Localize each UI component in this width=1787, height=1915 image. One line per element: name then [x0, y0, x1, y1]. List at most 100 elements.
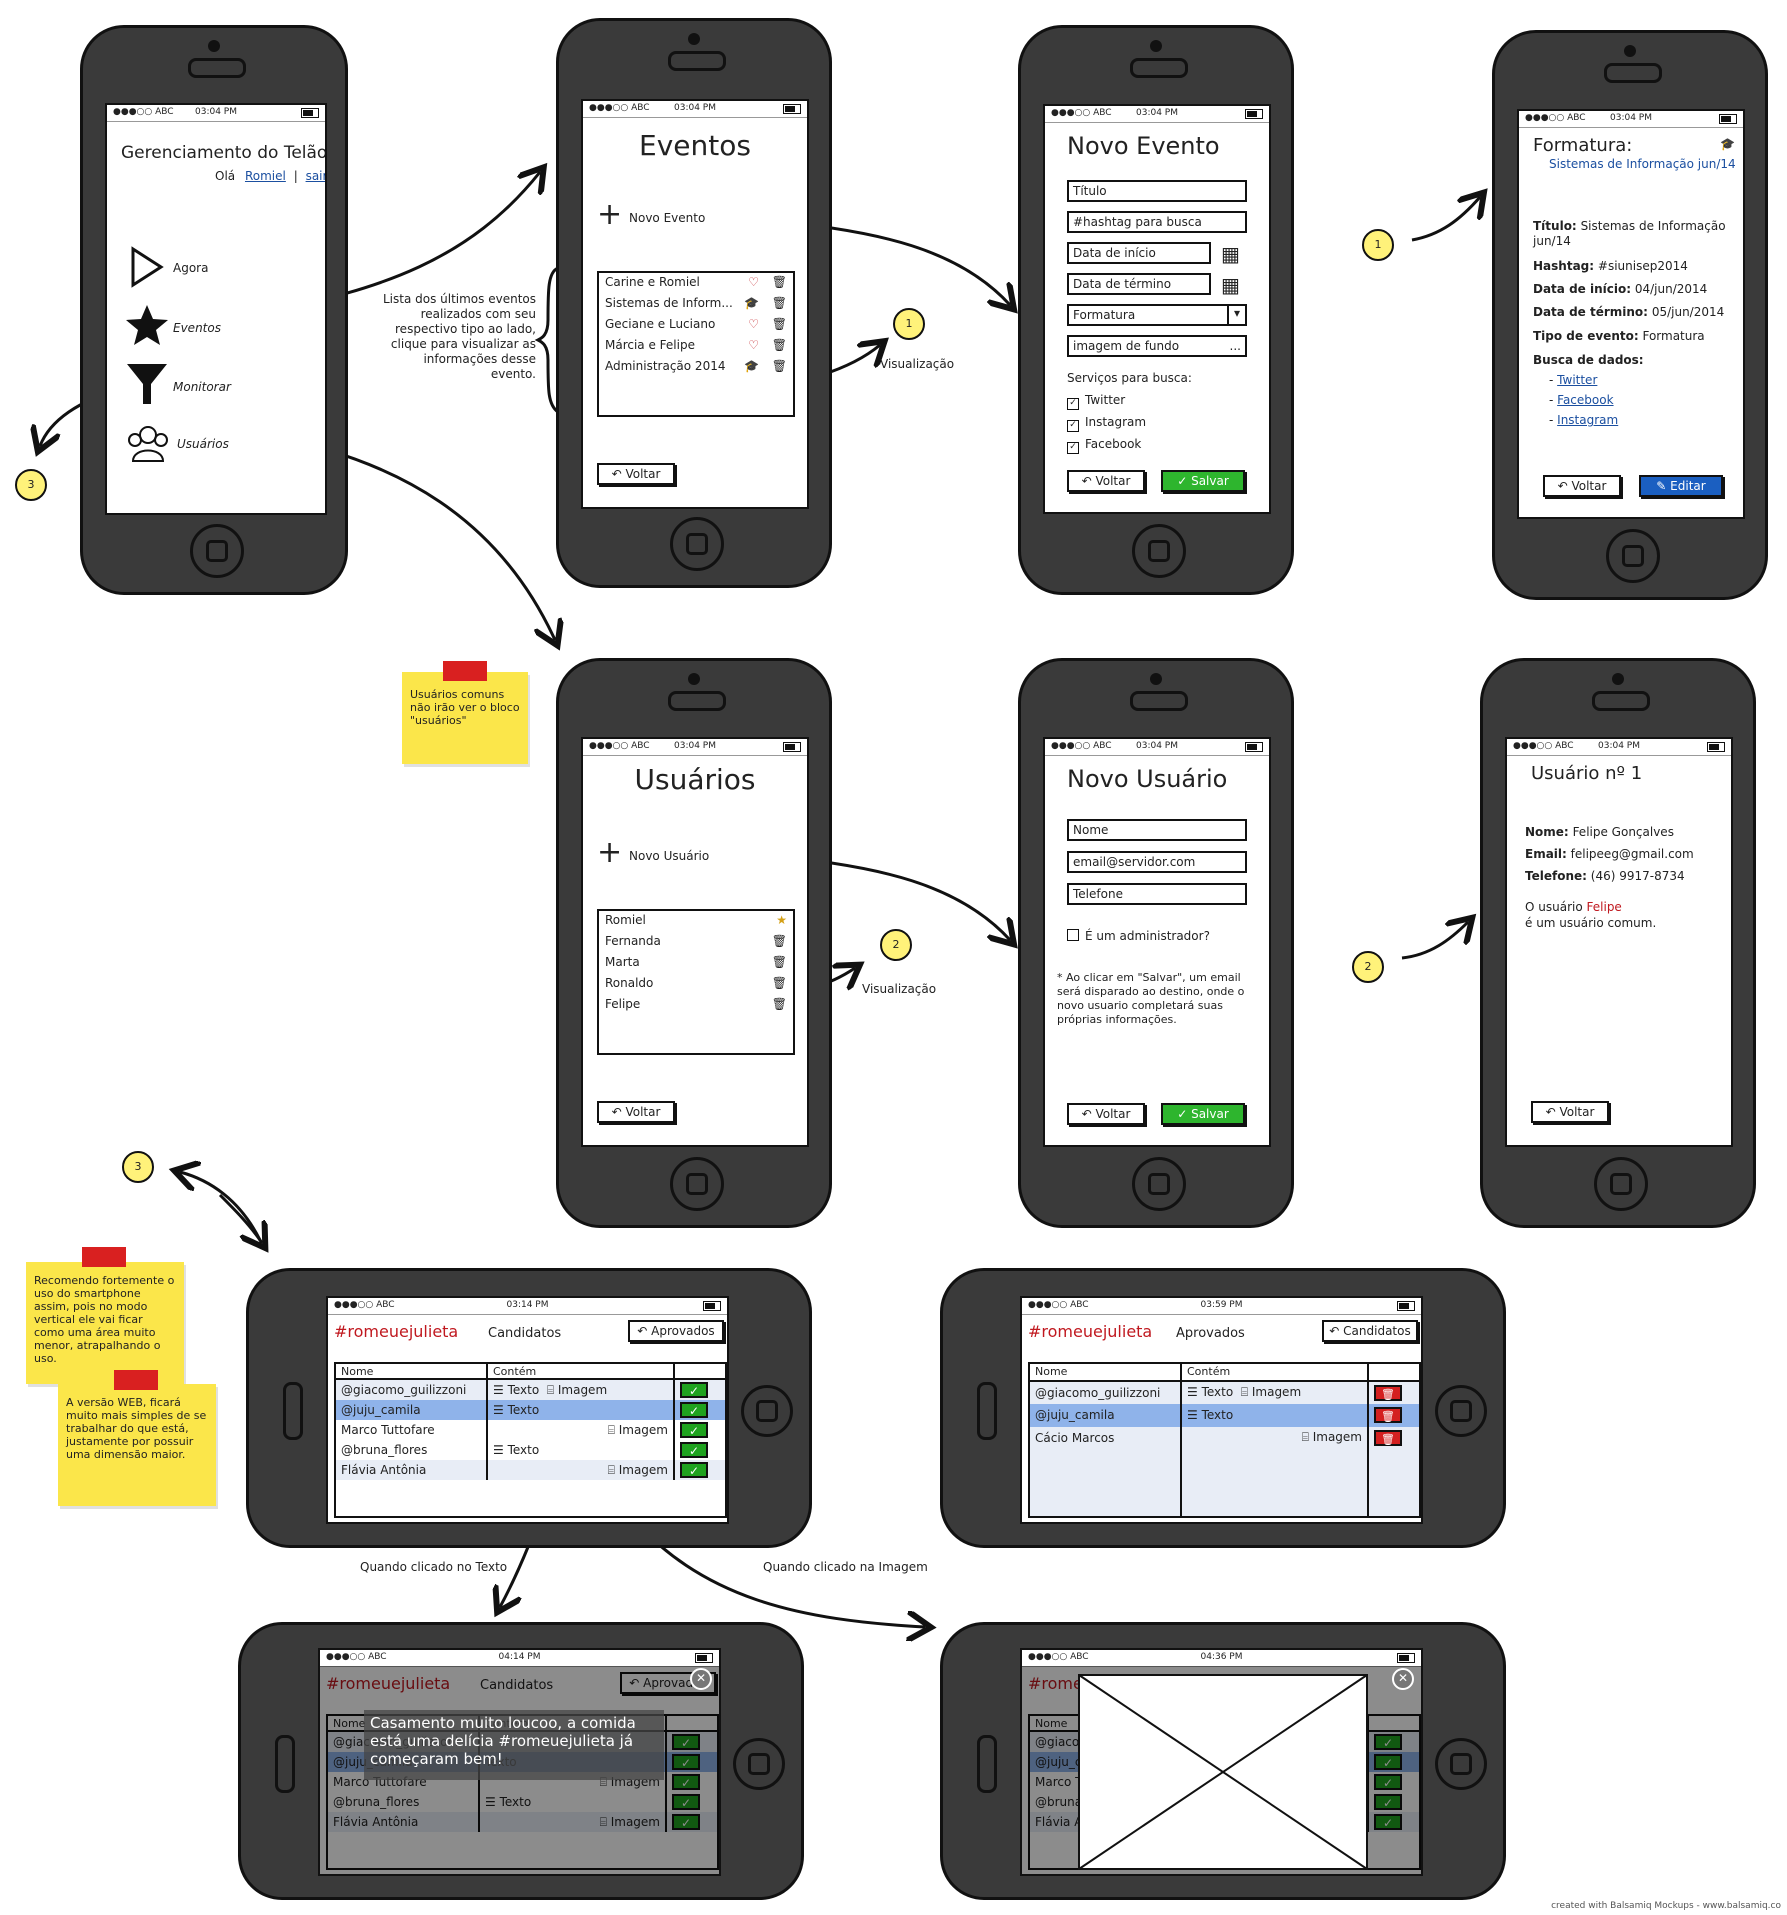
- text-icon[interactable]: ☰: [1187, 1408, 1202, 1422]
- camera-icon[interactable]: ⌸: [608, 1463, 619, 1477]
- trash-icon[interactable]: 🗑: [772, 275, 787, 289]
- list-item[interactable]: Romiel: [605, 913, 646, 927]
- back-button[interactable]: ↶ Voltar: [1067, 470, 1145, 492]
- back-button[interactable]: ↶ Voltar: [1543, 475, 1621, 497]
- trash-icon[interactable]: 🗑: [772, 338, 787, 352]
- content-text[interactable]: Texto: [508, 1403, 540, 1417]
- candidates-switch-button[interactable]: ↶ Candidatos: [1322, 1320, 1418, 1342]
- service-instagram[interactable]: ✓ Instagram: [1067, 415, 1146, 432]
- back-button[interactable]: ↶ Voltar: [1531, 1101, 1609, 1123]
- source-link[interactable]: Instagram: [1557, 413, 1618, 427]
- text-icon[interactable]: ☰: [1187, 1385, 1202, 1399]
- browse-icon[interactable]: ...: [1230, 337, 1241, 355]
- trash-icon[interactable]: 🗑: [772, 317, 787, 331]
- new-event-button[interactable]: + Novo Evento: [597, 197, 727, 232]
- trash-icon[interactable]: 🗑: [1374, 1429, 1402, 1446]
- back-button[interactable]: ↶ Voltar: [597, 1101, 675, 1123]
- approve-button[interactable]: ✓: [680, 1442, 708, 1458]
- trash-icon[interactable]: 🗑: [772, 296, 787, 310]
- home-button[interactable]: [190, 524, 244, 578]
- list-item[interactable]: Márcia e Felipe: [605, 338, 695, 352]
- email-input[interactable]: email@servidor.com: [1067, 851, 1247, 873]
- list-item[interactable]: Ronaldo: [605, 976, 653, 990]
- source-instagram[interactable]: - Instagram: [1549, 413, 1618, 427]
- close-icon[interactable]: ✕: [690, 1668, 712, 1690]
- text-icon[interactable]: ☰: [493, 1403, 508, 1417]
- list-item[interactable]: Marta: [605, 955, 640, 969]
- content-image[interactable]: Imagem: [619, 1463, 668, 1477]
- logout-link[interactable]: sair: [306, 169, 325, 183]
- table-row[interactable]: @giacomo_guilizzoni ☰ Texto ⌸ Imagem ✓: [336, 1379, 725, 1400]
- content-image[interactable]: Imagem: [558, 1383, 607, 1397]
- camera-icon[interactable]: ⌸: [608, 1423, 619, 1437]
- list-item[interactable]: Felipe: [605, 997, 640, 1011]
- home-button[interactable]: [1435, 1385, 1487, 1437]
- save-button[interactable]: ✓ Salvar: [1161, 1103, 1245, 1125]
- approve-button[interactable]: ✓: [680, 1462, 708, 1478]
- service-twitter[interactable]: ✓ Twitter: [1067, 393, 1125, 410]
- list-item[interactable]: Sistemas de Inform...: [605, 296, 733, 310]
- list-item[interactable]: Carine e Romiel: [605, 275, 700, 289]
- service-facebook[interactable]: ✓ Facebook: [1067, 437, 1141, 454]
- table-row[interactable]: Cácio Marcos ⌸ Imagem 🗑: [1030, 1426, 1419, 1449]
- text-icon[interactable]: ☰: [493, 1443, 508, 1457]
- home-button[interactable]: [741, 1385, 793, 1437]
- approve-button[interactable]: ✓: [680, 1402, 708, 1418]
- home-button[interactable]: [1594, 1157, 1648, 1211]
- trash-icon[interactable]: 🗑: [772, 976, 787, 990]
- table-row[interactable]: Flávia Antônia ⌸ Imagem ✓: [336, 1460, 725, 1480]
- end-date-input[interactable]: Data de término: [1067, 273, 1211, 295]
- trash-icon[interactable]: 🗑: [772, 955, 787, 969]
- calendar-icon[interactable]: ▦: [1221, 273, 1240, 297]
- content-image[interactable]: Imagem: [1252, 1385, 1301, 1399]
- list-item[interactable]: Administração 2014: [605, 359, 725, 373]
- edit-button[interactable]: ✎ Editar: [1639, 475, 1723, 497]
- save-button[interactable]: ✓ Salvar: [1161, 470, 1245, 492]
- list-item[interactable]: Geciane e Luciano: [605, 317, 715, 331]
- home-button[interactable]: [733, 1738, 785, 1790]
- new-user-button[interactable]: + Novo Usuário: [597, 835, 727, 870]
- camera-icon[interactable]: ⌸: [1302, 1430, 1313, 1444]
- home-button[interactable]: [1435, 1738, 1487, 1790]
- menu-item-eventos[interactable]: Eventos: [125, 303, 295, 347]
- table-row[interactable]: Marco Tuttofare ⌸ Imagem ✓: [336, 1420, 725, 1440]
- trash-icon[interactable]: 🗑: [772, 997, 787, 1011]
- home-button[interactable]: [1132, 1157, 1186, 1211]
- table-row[interactable]: @juju_camila ☰ Texto 🗑: [1030, 1404, 1419, 1427]
- phone-input[interactable]: Telefone: [1067, 883, 1247, 905]
- trash-icon[interactable]: 🗑: [772, 934, 787, 948]
- source-facebook[interactable]: - Facebook: [1549, 393, 1614, 407]
- content-text[interactable]: Texto: [508, 1443, 540, 1457]
- checkbox-checked-icon[interactable]: ✓: [1067, 398, 1079, 410]
- trash-icon[interactable]: 🗑: [1374, 1407, 1402, 1424]
- table-row[interactable]: @juju_camila ☰ Texto ✓: [336, 1400, 725, 1420]
- home-button[interactable]: [1606, 529, 1660, 583]
- checkbox-checked-icon[interactable]: ✓: [1067, 442, 1079, 454]
- content-image[interactable]: Imagem: [1313, 1430, 1362, 1444]
- content-text[interactable]: Texto: [1202, 1385, 1234, 1399]
- content-text[interactable]: Texto: [1202, 1408, 1234, 1422]
- text-icon[interactable]: ☰: [493, 1383, 508, 1397]
- content-text[interactable]: Texto: [508, 1383, 540, 1397]
- table-row[interactable]: @giacomo_guilizzoni ☰ Texto ⌸ Imagem 🗑: [1030, 1380, 1419, 1405]
- back-button[interactable]: ↶ Voltar: [1067, 1103, 1145, 1125]
- admin-checkbox[interactable]: É um administrador?: [1067, 929, 1210, 943]
- title-input[interactable]: Título: [1067, 180, 1247, 202]
- background-image-input[interactable]: imagem de fundo...: [1067, 335, 1247, 357]
- menu-item-usuarios[interactable]: Usuários: [125, 423, 295, 465]
- source-link[interactable]: Facebook: [1557, 393, 1613, 407]
- source-link[interactable]: Twitter: [1557, 373, 1597, 387]
- start-date-input[interactable]: Data de início: [1067, 242, 1211, 264]
- menu-item-monitorar[interactable]: Monitorar: [125, 360, 295, 408]
- table-row[interactable]: @bruna_flores ☰ Texto ✓: [336, 1440, 725, 1460]
- calendar-icon[interactable]: ▦: [1221, 242, 1240, 266]
- home-button[interactable]: [670, 517, 724, 571]
- approve-button[interactable]: ✓: [680, 1382, 708, 1398]
- camera-icon[interactable]: ⌸: [1241, 1385, 1252, 1399]
- camera-icon[interactable]: ⌸: [547, 1383, 558, 1397]
- home-button[interactable]: [1132, 524, 1186, 578]
- event-type-select[interactable]: Formatura ▾: [1067, 304, 1247, 326]
- trash-icon[interactable]: 🗑: [1374, 1384, 1402, 1401]
- source-twitter[interactable]: - Twitter: [1549, 373, 1597, 387]
- content-image[interactable]: Imagem: [619, 1423, 668, 1437]
